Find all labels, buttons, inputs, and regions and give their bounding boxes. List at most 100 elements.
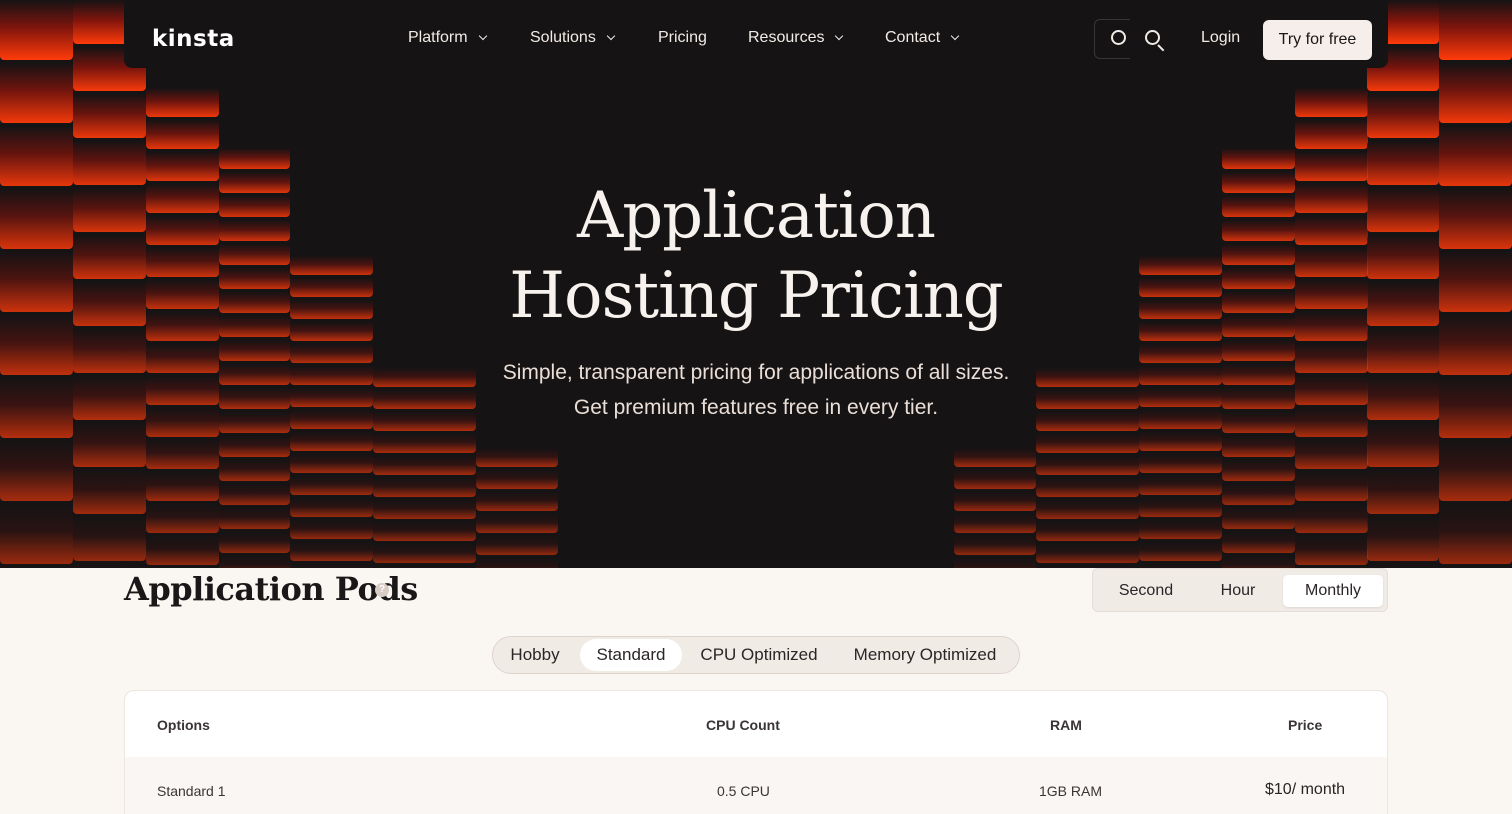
hero-block <box>219 484 290 505</box>
hero-block <box>219 508 290 529</box>
hero-block <box>954 492 1036 511</box>
hero-block <box>954 470 1036 489</box>
hero-block <box>1036 478 1139 497</box>
hero-subtitle-line2: Get premium features free in every tier. <box>573 396 939 419</box>
hero-block <box>954 448 1036 467</box>
hero-block <box>1295 88 1368 117</box>
hero-block <box>219 148 290 169</box>
hero-block <box>290 476 373 495</box>
login-link[interactable]: Login <box>1201 29 1240 47</box>
hero-block <box>1036 456 1139 475</box>
hero-block <box>0 0 73 60</box>
nav-item-pricing[interactable]: Pricing <box>658 29 707 47</box>
hero-block <box>954 558 1036 568</box>
period-option-hour[interactable]: Hour <box>1193 575 1283 607</box>
hero-block <box>1139 432 1222 451</box>
hero-block <box>373 566 476 568</box>
hero-block <box>146 440 219 469</box>
hero-block <box>0 441 73 501</box>
period-option-second[interactable]: Second <box>1099 575 1193 607</box>
hero-block <box>373 478 476 497</box>
nav-item-platform[interactable]: Platform <box>408 29 487 47</box>
hero-block <box>73 94 146 138</box>
hero-block <box>1222 148 1295 169</box>
hero-subtitle-line1: Simple, transparent pricing for applicat… <box>502 361 1010 384</box>
logo-text: kinsta <box>152 26 235 52</box>
hero-block <box>1295 504 1368 533</box>
hero-block <box>476 536 558 555</box>
column-header-options: Options <box>157 717 210 733</box>
tab-memory-optimized[interactable]: Memory Optimized <box>837 639 1013 671</box>
hero-block <box>1367 470 1439 514</box>
hero-block <box>1295 120 1368 149</box>
hero-block <box>290 520 373 539</box>
hero-block <box>290 542 373 561</box>
search-input[interactable] <box>1094 19 1130 59</box>
hero-block <box>1367 517 1439 561</box>
hero-block <box>0 63 73 123</box>
hero-block <box>0 567 73 568</box>
hero-block <box>290 564 373 568</box>
kinsta-logo[interactable]: kinsta <box>152 26 235 52</box>
hero-block <box>1139 476 1222 495</box>
hero-block <box>476 558 558 568</box>
hero-block <box>1295 472 1368 501</box>
question-icon[interactable]: ? <box>375 583 389 597</box>
hero-block <box>73 517 146 561</box>
hero-block <box>954 514 1036 533</box>
hero-block <box>1367 94 1439 138</box>
hero-block <box>1439 567 1512 568</box>
hero-block <box>1295 440 1368 469</box>
hero-block <box>1439 0 1512 60</box>
hero-block <box>1222 484 1295 505</box>
tab-hobby[interactable]: Hobby <box>497 639 573 671</box>
tab-standard[interactable]: Standard <box>580 639 682 671</box>
hero-block <box>1139 542 1222 561</box>
hero-block <box>290 432 373 451</box>
hero-block <box>219 556 290 568</box>
hero-block <box>290 454 373 473</box>
section-title: Application Pods <box>124 570 418 608</box>
hero-block <box>1222 436 1295 457</box>
nav-item-label: Contact <box>885 29 941 46</box>
nav-item-resources[interactable]: Resources <box>748 29 844 47</box>
nav-item-label: Platform <box>408 29 468 46</box>
table-row[interactable]: Standard 1 0.5 CPU 1GB RAM $10/ month <box>125 757 1387 814</box>
hero-block <box>1295 536 1368 565</box>
row-price: $10/ month <box>1265 781 1346 798</box>
tab-cpu-optimized[interactable]: CPU Optimized <box>691 639 827 671</box>
chevron-down-icon <box>606 31 616 41</box>
period-option-monthly[interactable]: Monthly <box>1283 575 1383 607</box>
hero-block <box>476 514 558 533</box>
hero-block <box>146 472 219 501</box>
hero-block <box>1222 460 1295 481</box>
hero-section: Application Hosting Pricing Simple, tran… <box>0 0 1512 568</box>
hero-block <box>146 120 219 149</box>
nav-item-solutions[interactable]: Solutions <box>530 29 616 47</box>
hero-block <box>954 536 1036 555</box>
column-header-price: Price <box>1288 717 1323 733</box>
hero-block <box>73 470 146 514</box>
row-ram: 1GB RAM <box>1039 783 1103 799</box>
hero-block <box>1139 454 1222 473</box>
nav-item-contact[interactable]: Contact <box>885 29 960 47</box>
search-icon <box>1111 30 1127 50</box>
hero-block <box>1036 544 1139 563</box>
hero-block <box>476 492 558 511</box>
tier-tabs: Hobby Standard CPU Optimized Memory Opti… <box>492 636 1020 674</box>
hero-block <box>146 536 219 565</box>
hero-block <box>1439 63 1512 123</box>
hero-block <box>1439 441 1512 501</box>
hero-block <box>1367 423 1439 467</box>
column-header-cpu: CPU Count <box>706 717 780 733</box>
hero-block <box>1036 434 1139 453</box>
hero-block <box>373 544 476 563</box>
hero-block <box>373 434 476 453</box>
chevron-down-icon <box>835 31 844 41</box>
search-icon[interactable] <box>1145 30 1165 52</box>
hero-block <box>1439 504 1512 564</box>
top-navbar: kinsta Platform Solutions Pricing Resour… <box>124 0 1388 68</box>
hero-block <box>1222 508 1295 529</box>
hero-block <box>1139 520 1222 539</box>
try-for-free-button[interactable]: Try for free <box>1263 20 1372 60</box>
